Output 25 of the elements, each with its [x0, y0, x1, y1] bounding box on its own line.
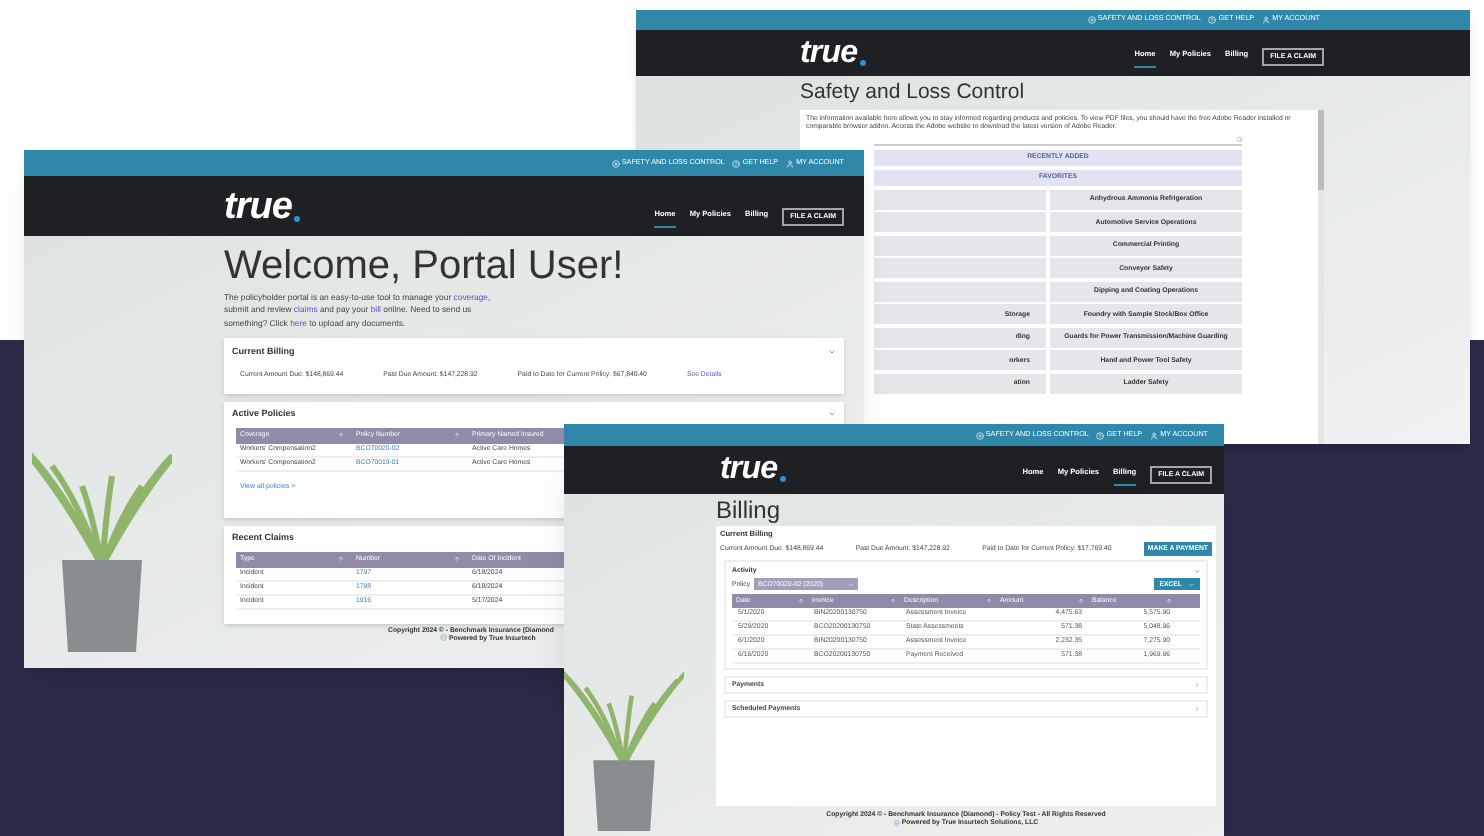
shield-icon	[440, 634, 447, 642]
plus-circle-icon	[611, 159, 620, 167]
logo-text: true	[800, 37, 858, 69]
topic-tile[interactable]	[874, 258, 1046, 279]
logo-text: true	[720, 454, 778, 486]
topic-tile[interactable]	[874, 212, 1046, 233]
topic-tile[interactable]	[874, 235, 1046, 256]
page-title: Welcome, Portal User!	[224, 246, 626, 286]
user-icon	[786, 159, 795, 167]
user-icon	[1150, 431, 1159, 439]
plus-circle-icon	[1087, 16, 1096, 24]
logo-text: true	[224, 187, 292, 225]
shield-icon	[893, 820, 900, 827]
search-icon	[1235, 135, 1242, 143]
plus-circle-icon	[975, 431, 984, 439]
page-title: Safety and Loss Control	[800, 82, 1027, 103]
page-title: Billing	[716, 498, 783, 522]
chevron-down-icon[interactable]	[1193, 567, 1200, 575]
help-icon	[732, 159, 741, 167]
help-icon	[1208, 16, 1217, 24]
topic-tile[interactable]	[874, 189, 1046, 210]
topic-tile[interactable]	[874, 281, 1046, 302]
user-icon	[1262, 16, 1271, 24]
search-field[interactable]	[874, 134, 1242, 147]
help-icon	[1096, 431, 1105, 439]
